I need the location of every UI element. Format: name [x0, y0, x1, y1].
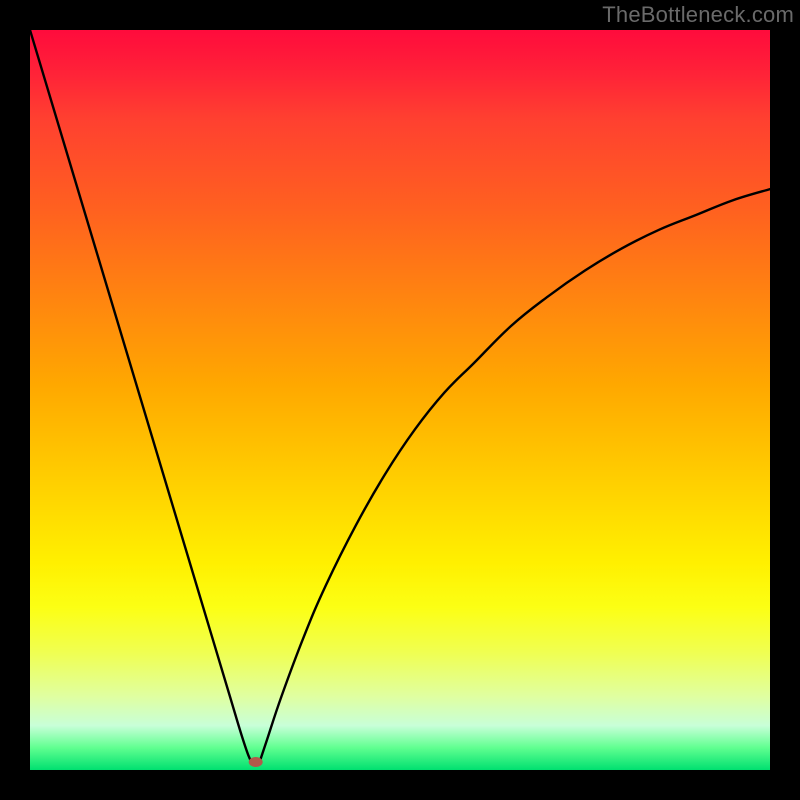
- curve-path: [30, 30, 770, 763]
- chart-svg: [30, 30, 770, 770]
- watermark-text: TheBottleneck.com: [602, 2, 794, 28]
- plot-area: [30, 30, 770, 770]
- marker-dot: [249, 757, 263, 767]
- chart-stage: TheBottleneck.com: [0, 0, 800, 800]
